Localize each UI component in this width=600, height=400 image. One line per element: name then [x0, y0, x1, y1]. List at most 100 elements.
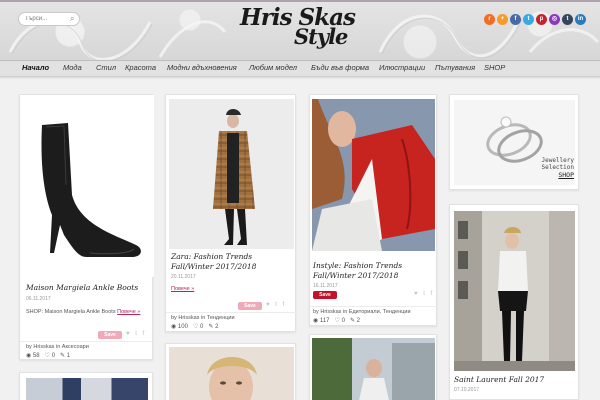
nav-item-8[interactable]: Илюстрации — [379, 63, 425, 72]
share-icons[interactable]: ♥ t f — [126, 331, 146, 337]
tumblr-icon[interactable]: t — [562, 14, 573, 25]
instyle-image[interactable] — [312, 99, 435, 251]
likes-icon[interactable]: ♡ — [45, 353, 50, 359]
read-more-wrapper: Повече » — [171, 286, 194, 292]
rss-icon[interactable]: r — [484, 14, 495, 25]
model-in-plaid-coat-illustration — [213, 109, 255, 245]
post-author-category: by Hrisskas in Едиториали, Тенденции — [313, 309, 411, 315]
blonde-model-image[interactable] — [169, 347, 294, 400]
instagram-icon[interactable]: ◎ — [549, 14, 560, 25]
zara-image[interactable] — [169, 99, 294, 249]
likes-count: 0 — [200, 324, 204, 330]
post-card-instyle[interactable]: Instyle: Fashion Trends Fall/Winter 2017… — [309, 94, 438, 326]
likes-count: 0 — [51, 353, 56, 359]
post-card-partial-1[interactable] — [19, 372, 153, 400]
nav-item-5[interactable]: Модни вдъхновения — [167, 63, 237, 72]
category-link[interactable]: Тенденции — [207, 315, 235, 321]
post-date: 16.11.2017 — [313, 283, 338, 289]
share-icons[interactable]: ♥ t f — [266, 302, 286, 308]
comments-icon[interactable]: ✎ — [208, 324, 213, 330]
facebook-icon[interactable]: f — [510, 14, 521, 25]
save-label: Save — [104, 332, 116, 338]
pinterest-save-button[interactable]: Save — [313, 291, 337, 299]
read-more-link[interactable]: Повече » — [117, 309, 140, 315]
post-date: 20.11.2017 — [171, 274, 196, 280]
comments-count: 1 — [66, 353, 71, 359]
nav-item-2[interactable]: Мода — [63, 63, 82, 72]
post-excerpt-text: SHOP: Maison Margiela Ankle Boots — [26, 309, 116, 315]
jeans-image[interactable] — [26, 378, 148, 400]
post-date: 07.10.2017 — [454, 387, 480, 393]
comments-icon[interactable]: ✎ — [60, 353, 65, 359]
site-header: ⌕ Hris Skas Style r+ftp◎tin НачалоМодаСт… — [0, 0, 600, 78]
jewellery-shop-link[interactable]: SHOP — [530, 171, 574, 179]
category-link[interactable]: Едиториали, Тенденции — [349, 309, 411, 315]
ankle-boot-illustration — [41, 123, 141, 257]
views-icon: ◉ — [171, 324, 177, 330]
site-logo[interactable]: Hris Skas Style — [236, 4, 366, 54]
jewellery-banner[interactable]: Jewellery Selection SHOP — [449, 94, 579, 190]
post-author-category: by Hrisskas in Тенденции — [171, 315, 235, 321]
author-link[interactable]: Hrisskas — [320, 309, 341, 315]
save-label: Save — [319, 292, 331, 298]
post-card-saint-laurent[interactable]: Saint Laurent Fall 2017 07.10.2017 — [449, 204, 579, 400]
views-count: 117 — [319, 318, 330, 324]
divider — [20, 341, 154, 342]
post-stats: ◉ 58 ♡ 0 ✎ 1 — [26, 352, 70, 359]
likes-count: 0 — [341, 318, 345, 324]
post-card-zara[interactable]: Zara: Fashion Trends Fall/Winter 2017/20… — [165, 94, 297, 332]
nav-item-6[interactable]: Любим модел — [249, 63, 297, 72]
likes-icon[interactable]: ♡ — [193, 324, 198, 330]
pinterest-save-button[interactable]: Save — [238, 302, 262, 310]
saint-laurent-image[interactable] — [454, 211, 575, 371]
divider — [166, 312, 297, 313]
post-excerpt: SHOP: Maison Margiela Ankle Boots Повече… — [26, 308, 150, 316]
model-in-red-jacket-illustration — [312, 99, 435, 251]
logo-line2: Style — [294, 24, 348, 49]
share-icons[interactable]: ♥ t f — [414, 291, 434, 297]
post-card-boots[interactable]: Maison Margiela Ankle Boots 06.11.2017 S… — [19, 94, 154, 360]
category-link[interactable]: Аксесоари — [62, 344, 89, 350]
nav-item-9[interactable]: Пътувания — [435, 63, 475, 72]
post-title[interactable]: Instyle: Fashion Trends Fall/Winter 2017… — [313, 261, 435, 281]
post-title[interactable]: Zara: Fashion Trends Fall/Winter 2017/20… — [171, 252, 293, 272]
divider — [310, 306, 438, 307]
nav-item-10[interactable]: SHOP — [484, 63, 505, 72]
likes-icon[interactable]: ♡ — [335, 318, 340, 324]
views-count: 58 — [32, 353, 40, 359]
nav-item-7[interactable]: Бъди във форма — [311, 63, 369, 72]
nav-shadow-divider — [0, 76, 600, 79]
street-scene-illustration — [312, 338, 435, 400]
nav-item-4[interactable]: Красота — [125, 63, 156, 72]
jewellery-line1: Jewellery — [541, 157, 574, 164]
boots-image[interactable] — [20, 95, 154, 277]
social-icons: r + f t p ◎ t in — [484, 14, 586, 25]
post-title[interactable]: Maison Margiela Ankle Boots — [26, 283, 150, 293]
post-date: 06.11.2017 — [26, 296, 51, 302]
views-icon: ◉ — [313, 318, 319, 324]
twitter-icon[interactable]: t — [523, 14, 534, 25]
pinterest-icon[interactable]: p — [536, 14, 547, 25]
author-link[interactable]: Hrisskas — [178, 315, 199, 321]
linkedin-icon[interactable]: in — [575, 14, 586, 25]
nav-item-3[interactable]: Стил — [96, 63, 116, 72]
street-style-image[interactable] — [312, 338, 435, 400]
save-label: Save — [244, 303, 256, 309]
post-title[interactable]: Saint Laurent Fall 2017 — [454, 375, 576, 385]
read-more-link[interactable]: Повече » — [171, 286, 194, 292]
comments-count: 2 — [356, 318, 360, 324]
views-icon: ◉ — [26, 353, 32, 359]
author-link[interactable]: Hrisskas — [33, 344, 54, 350]
post-stats: ◉ 117 ♡ 0 ✎ 2 — [313, 317, 360, 324]
nav-item-1[interactable]: Начало — [22, 63, 49, 72]
pinterest-save-button[interactable]: Save — [98, 331, 122, 339]
search-icon[interactable]: ⌕ — [70, 14, 80, 24]
blonde-model-portrait-illustration — [207, 357, 257, 400]
runway-street-model-illustration — [454, 211, 575, 371]
bloglovin-icon[interactable]: + — [497, 14, 508, 25]
views-count: 100 — [177, 324, 188, 330]
post-card-partial-2[interactable] — [165, 343, 296, 400]
post-author-category: by Hrisskas in Аксесоари — [26, 344, 89, 350]
post-card-partial-3[interactable] — [309, 334, 437, 400]
comments-icon[interactable]: ✎ — [350, 318, 355, 324]
